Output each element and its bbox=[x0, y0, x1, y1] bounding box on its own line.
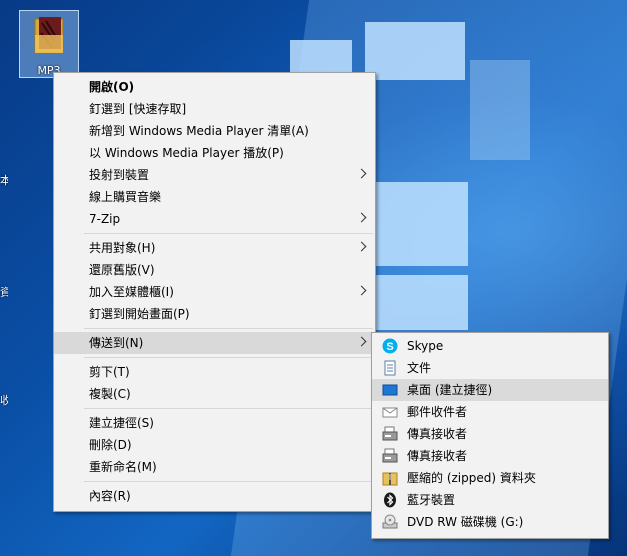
send-to-item-label: DVD RW 磁碟機 (G:) bbox=[407, 515, 524, 529]
fax-icon bbox=[382, 448, 398, 464]
menu-separator bbox=[84, 357, 373, 358]
logo-pane bbox=[470, 60, 530, 160]
send-to-item[interactable]: 壓縮的 (zipped) 資料夾 bbox=[372, 467, 608, 489]
menu-item-label: 線上購買音樂 bbox=[89, 190, 162, 204]
zip-folder-icon bbox=[382, 470, 398, 486]
menu-item-label: 重新命名(M) bbox=[89, 460, 157, 474]
menu-item-label: 還原舊版(V) bbox=[89, 263, 155, 277]
menu-item-label: 投射到裝置 bbox=[89, 168, 150, 182]
desktop-edge-label: 本 bbox=[0, 174, 8, 187]
chevron-right-icon bbox=[356, 285, 367, 296]
send-to-item-label: 傳真接收者 bbox=[407, 427, 468, 441]
logo-pane bbox=[376, 275, 468, 330]
bluetooth-icon bbox=[382, 492, 398, 508]
context-menu-item[interactable]: 以 Windows Media Player 播放(P) bbox=[54, 142, 375, 164]
context-menu-item[interactable]: 複製(C) bbox=[54, 383, 375, 405]
fax-icon bbox=[382, 426, 398, 442]
send-to-item[interactable]: S Skype bbox=[372, 335, 608, 357]
menu-item-label: 內容(R) bbox=[89, 489, 131, 503]
menu-item-label: 複製(C) bbox=[89, 387, 131, 401]
context-menu-item[interactable]: 投射到裝置 bbox=[54, 164, 375, 186]
context-menu-item[interactable]: 建立捷徑(S) bbox=[54, 412, 375, 434]
context-menu: 開啟(O) 釘選到 [快速存取] 新增到 Windows Media Player … bbox=[53, 72, 376, 512]
menu-item-label: 傳送到(N) bbox=[89, 336, 144, 350]
menu-item-label: 釘選到開始畫面(P) bbox=[89, 307, 190, 321]
menu-item-label: 釘選到 [快速存取] bbox=[89, 102, 187, 116]
context-menu-item[interactable]: 內容(R) bbox=[54, 485, 375, 507]
context-menu-item[interactable]: 開啟(O) bbox=[54, 76, 375, 98]
menu-separator bbox=[84, 233, 373, 234]
menu-item-label: 共用對象(H) bbox=[89, 241, 156, 255]
menu-item-label: 開啟(O) bbox=[89, 80, 135, 94]
desktop-edge-label: 收 bbox=[0, 394, 8, 407]
send-to-submenu: S Skype 文件 桌面 (建立捷徑) 郵件收件者 傳真接收者 傳真接收者 壓縮的 (zip… bbox=[371, 332, 609, 539]
send-to-item-label: Skype bbox=[407, 339, 444, 353]
document-icon bbox=[382, 360, 398, 376]
send-to-item-label: 郵件收件者 bbox=[407, 405, 468, 419]
menu-item-label: 刪除(D) bbox=[89, 438, 132, 452]
menu-item-label: 剪下(T) bbox=[89, 365, 130, 379]
context-menu-item[interactable]: 剪下(T) bbox=[54, 361, 375, 383]
menu-item-label: 建立捷徑(S) bbox=[89, 416, 154, 430]
chevron-right-icon bbox=[356, 241, 367, 252]
context-menu-item[interactable]: 傳送到(N) bbox=[54, 332, 375, 354]
menu-item-label: 新增到 Windows Media Player 清單(A) bbox=[89, 124, 309, 138]
send-to-item[interactable]: 傳真接收者 bbox=[372, 423, 608, 445]
context-menu-item[interactable]: 線上購買音樂 bbox=[54, 186, 375, 208]
logo-pane bbox=[376, 182, 468, 266]
menu-item-label: 加入至媒體櫃(I) bbox=[89, 285, 174, 299]
context-menu-item[interactable]: 釘選到 [快速存取] bbox=[54, 98, 375, 120]
context-menu-item[interactable]: 還原舊版(V) bbox=[54, 259, 375, 281]
context-menu-item[interactable]: 重新命名(M) bbox=[54, 456, 375, 478]
mail-icon bbox=[382, 404, 398, 420]
send-to-item-label: 壓縮的 (zipped) 資料夾 bbox=[407, 471, 536, 485]
send-to-item[interactable]: DVD RW 磁碟機 (G:) bbox=[372, 511, 608, 533]
logo-pane bbox=[365, 22, 465, 80]
context-menu-item[interactable]: 7-Zip bbox=[54, 208, 375, 230]
send-to-item-label: 桌面 (建立捷徑) bbox=[407, 383, 493, 397]
send-to-item-label: 藍牙裝置 bbox=[407, 493, 456, 507]
send-to-item-label: 文件 bbox=[407, 361, 432, 375]
chevron-right-icon bbox=[356, 336, 367, 347]
skype-icon: S bbox=[382, 338, 398, 354]
svg-text:S: S bbox=[386, 341, 393, 353]
context-menu-item[interactable]: 刪除(D) bbox=[54, 434, 375, 456]
menu-item-label: 以 Windows Media Player 播放(P) bbox=[89, 146, 284, 160]
menu-item-label: 7-Zip bbox=[89, 212, 121, 226]
context-menu-item[interactable]: 共用對象(H) bbox=[54, 237, 375, 259]
chevron-right-icon bbox=[356, 168, 367, 179]
send-to-item[interactable]: 郵件收件者 bbox=[372, 401, 608, 423]
desktop-icon bbox=[382, 382, 398, 398]
folder-icon bbox=[34, 17, 64, 54]
context-menu-item[interactable]: 加入至媒體櫃(I) bbox=[54, 281, 375, 303]
send-to-item[interactable]: 傳真接收者 bbox=[372, 445, 608, 467]
context-menu-item[interactable]: 釘選到開始畫面(P) bbox=[54, 303, 375, 325]
send-to-item[interactable]: 桌面 (建立捷徑) bbox=[372, 379, 608, 401]
context-menu-item[interactable]: 新增到 Windows Media Player 清單(A) bbox=[54, 120, 375, 142]
send-to-item-label: 傳真接收者 bbox=[407, 449, 468, 463]
chevron-right-icon bbox=[356, 212, 367, 223]
menu-separator bbox=[84, 408, 373, 409]
desktop-file-icon[interactable]: MP3 bbox=[19, 10, 79, 78]
send-to-item[interactable]: 藍牙裝置 bbox=[372, 489, 608, 511]
menu-separator bbox=[84, 481, 373, 482]
dvd-drive-icon bbox=[382, 514, 398, 530]
menu-separator bbox=[84, 328, 373, 329]
send-to-item[interactable]: 文件 bbox=[372, 357, 608, 379]
desktop-edge-label: 資 bbox=[0, 286, 8, 299]
